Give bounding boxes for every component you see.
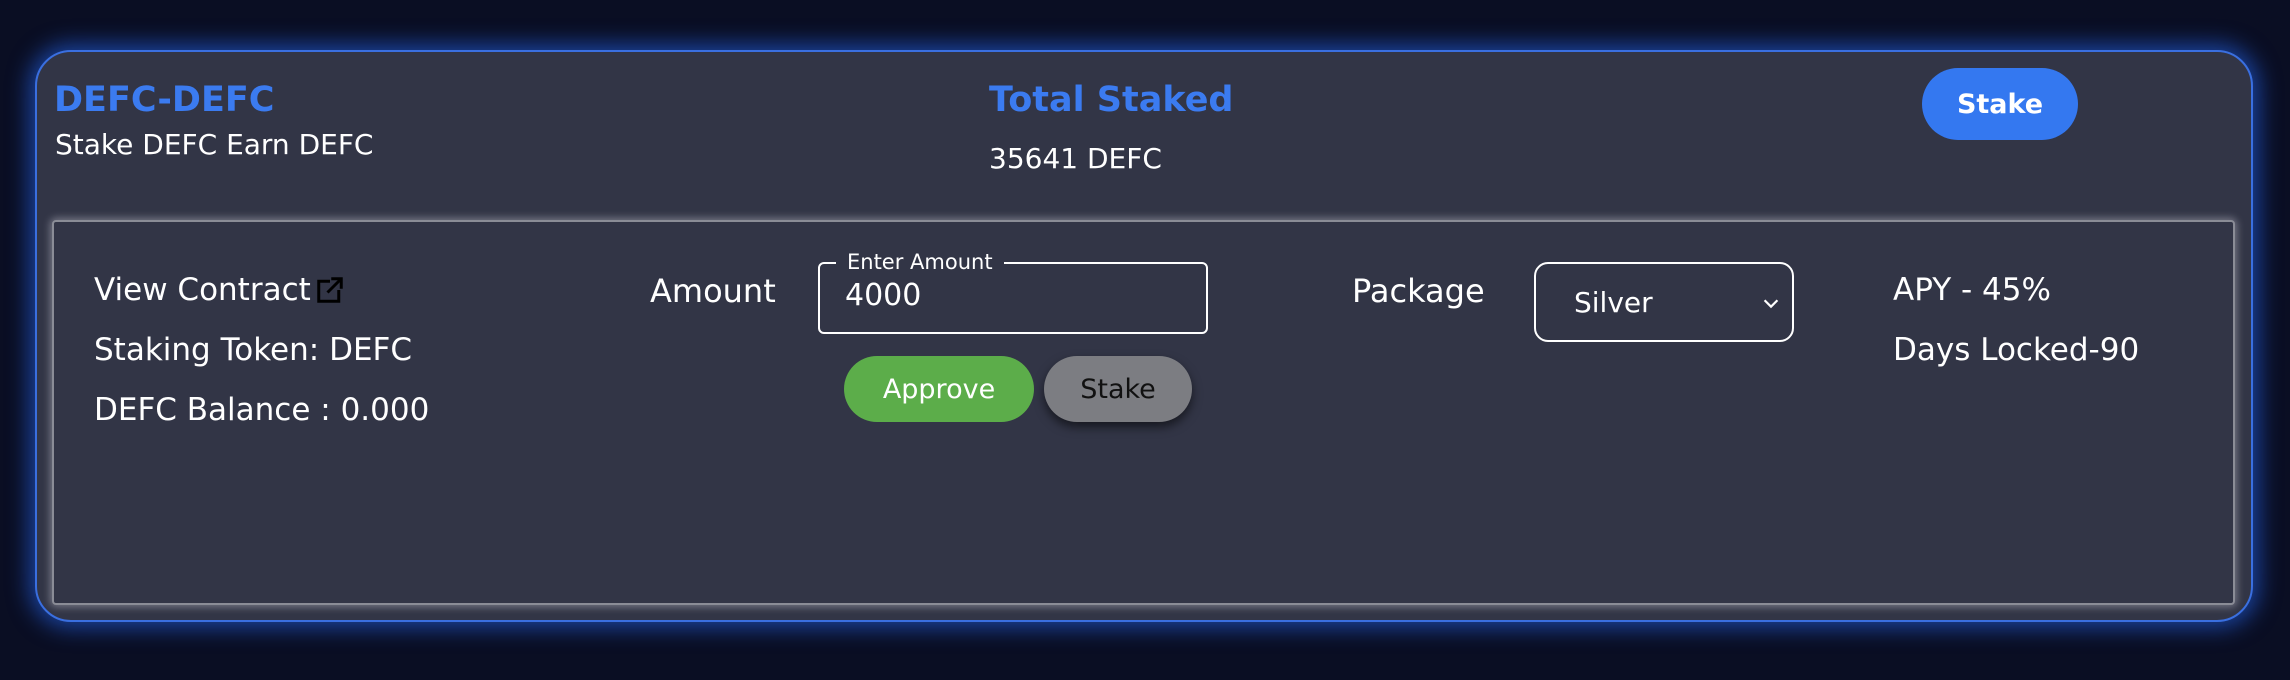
- header-stake-button[interactable]: Stake: [1922, 68, 2078, 140]
- amount-input[interactable]: [845, 278, 1185, 313]
- approve-button[interactable]: Approve: [844, 356, 1034, 422]
- stake-button[interactable]: Stake: [1044, 356, 1192, 422]
- pool-title: DEFC-DEFC: [54, 80, 275, 120]
- amount-field[interactable]: Enter Amount: [818, 249, 1208, 334]
- pool-detail-panel: View Contract Staking Token: DEFC DEFC B…: [52, 220, 2235, 605]
- total-staked-value: 35641 DEFC: [989, 142, 1162, 175]
- staking-token-text: Staking Token: DEFC: [94, 332, 413, 368]
- external-link-icon[interactable]: [315, 275, 345, 305]
- amount-field-legend: Enter Amount: [836, 249, 1004, 275]
- view-contract-label[interactable]: View Contract: [94, 272, 311, 308]
- token-balance-text: DEFC Balance : 0.000: [94, 392, 430, 428]
- chevron-down-icon[interactable]: [1760, 292, 1782, 314]
- staking-pool-card: DEFC-DEFC Stake DEFC Earn DEFC Total Sta…: [35, 50, 2253, 622]
- package-selected-value[interactable]: Silver: [1574, 286, 1653, 319]
- pool-subtitle: Stake DEFC Earn DEFC: [55, 128, 374, 161]
- amount-label: Amount: [650, 272, 776, 310]
- total-staked-label: Total Staked: [989, 80, 1234, 120]
- package-select[interactable]: Silver: [1534, 262, 1794, 342]
- package-label: Package: [1352, 272, 1485, 310]
- apy-text: APY - 45%: [1893, 272, 2051, 308]
- view-contract-link[interactable]: View Contract: [94, 272, 345, 308]
- days-locked-text: Days Locked-90: [1893, 332, 2140, 368]
